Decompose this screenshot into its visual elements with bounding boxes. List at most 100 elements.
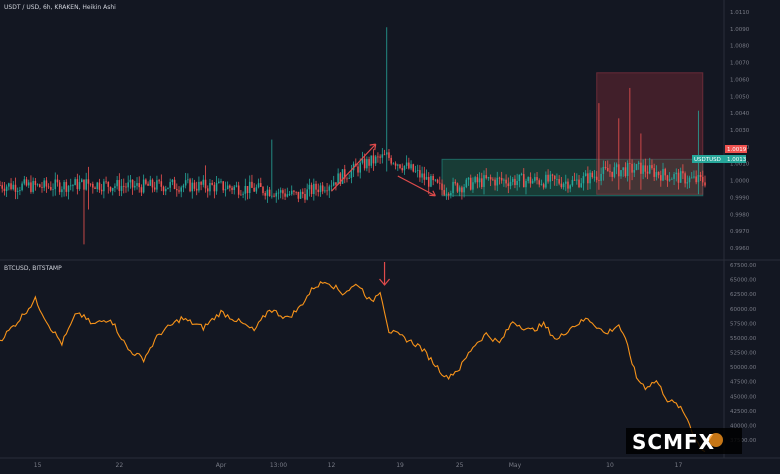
chart-root: 1.0110 1.0090 1.0080 1.0070 1.0060 1.0050 1.00… (0, 0, 780, 470)
candle-body (540, 184, 543, 186)
candle-body (419, 170, 421, 178)
candle-body (45, 180, 48, 187)
candle-body (240, 194, 242, 196)
candle-body (36, 184, 39, 186)
candle-body (412, 164, 415, 172)
x-tick-label: 10 (606, 462, 614, 469)
candle-body (591, 172, 594, 177)
candle-body (531, 180, 534, 184)
candle-body (162, 186, 165, 192)
x-tick-label: 12 (328, 462, 336, 469)
candle-body (492, 179, 494, 181)
candle-body (600, 173, 602, 181)
candle-body (569, 185, 571, 189)
candle-body (14, 184, 17, 192)
candle-body (275, 192, 278, 197)
candle-body (98, 182, 101, 190)
candle-body (244, 185, 247, 194)
candle-body (324, 190, 326, 192)
candle-body (109, 186, 112, 191)
logo-mark-icon (709, 433, 723, 447)
candle-body (507, 183, 510, 187)
candle-body (677, 172, 680, 183)
candle-body (682, 171, 684, 174)
candle-body (211, 182, 213, 185)
candle-body (5, 186, 8, 192)
candle-body (567, 181, 569, 189)
candle-body (176, 188, 178, 191)
candle-body (326, 190, 328, 192)
usdt-price-axis[interactable]: 1.0110 1.0090 1.0080 1.0070 1.0060 1.0050 1.00… (730, 10, 750, 252)
candle-body (611, 171, 613, 177)
candle-body (111, 187, 114, 191)
candle-body (370, 155, 373, 166)
candle-body (445, 193, 448, 195)
candle-body (584, 173, 587, 177)
candle-body (578, 179, 580, 188)
candle-body (16, 190, 19, 192)
candle-body (41, 187, 43, 188)
candle-body (87, 179, 90, 184)
candle-body (593, 176, 596, 178)
candle-body (635, 164, 638, 171)
candle-body (209, 182, 211, 192)
candle-body (454, 181, 457, 184)
candle-body (553, 175, 556, 180)
x-tick-label: 25 (456, 462, 464, 469)
candle-body (626, 163, 629, 177)
svg-text:1.0019: 1.0019 (727, 147, 747, 153)
candle-body (328, 186, 331, 191)
candle-body (547, 174, 549, 182)
candle-body (427, 176, 430, 187)
candle-body (399, 164, 401, 168)
candle-body (222, 181, 224, 191)
candle-body (138, 183, 141, 188)
candle-body (317, 189, 320, 193)
candle-body (536, 177, 538, 181)
y-tick-label: 42500.00 (730, 409, 757, 415)
candle-body (511, 178, 514, 182)
candle-body (235, 185, 238, 187)
candle-body (439, 182, 441, 184)
candle-body (299, 191, 302, 199)
candle-body (310, 184, 313, 195)
candle-body (145, 179, 147, 184)
candle-body (122, 185, 125, 187)
candle-body (282, 190, 284, 194)
candle-body (403, 165, 406, 171)
chart-canvas[interactable]: 1.0110 1.0090 1.0080 1.0070 1.0060 1.0050 1.00… (0, 0, 780, 470)
candle-body (1, 185, 3, 189)
candle-body (332, 182, 335, 186)
candle-body (315, 183, 317, 190)
candle-body (697, 174, 700, 183)
candle-body (74, 179, 76, 186)
x-tick-label: 17 (675, 462, 683, 469)
candle-body (19, 190, 21, 191)
candle-body (469, 177, 472, 190)
candle-body (189, 179, 191, 192)
candle-body (171, 179, 174, 183)
candle-body (631, 163, 633, 173)
candle-body (372, 155, 375, 164)
y-tick-label: 50000.00 (730, 365, 757, 371)
candle-body (679, 171, 682, 183)
candle-body (295, 191, 297, 193)
candle-body (103, 181, 105, 192)
candle-body (558, 179, 560, 184)
candle-body (182, 185, 185, 188)
candle-body (246, 185, 249, 194)
candle-body (229, 185, 231, 188)
candle-body (425, 176, 428, 180)
candle-body (131, 179, 134, 188)
candle-body (52, 189, 54, 190)
candle-body (485, 175, 487, 179)
candle-body (443, 190, 445, 195)
candle-body (164, 188, 167, 192)
candle-body (529, 177, 532, 184)
candle-body (50, 187, 52, 190)
candle-body (306, 189, 308, 200)
candle-body (56, 179, 59, 183)
candle-body (576, 179, 578, 181)
candle-body (224, 189, 227, 191)
candle-body (472, 182, 474, 190)
